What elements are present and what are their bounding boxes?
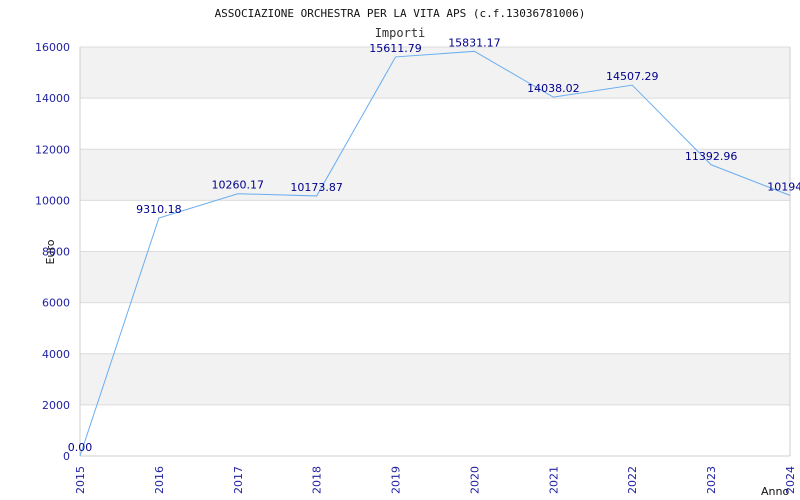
x-tick-label: 2017 bbox=[232, 466, 245, 494]
x-tick-label: 2023 bbox=[705, 466, 718, 494]
y-tick-label: 14000 bbox=[35, 92, 70, 105]
data-label: 10260.17 bbox=[212, 179, 265, 192]
y-tick-label: 6000 bbox=[42, 297, 70, 310]
background-band bbox=[80, 353, 790, 405]
y-tick-label: 2000 bbox=[42, 399, 70, 412]
x-tick-label: 2022 bbox=[626, 466, 639, 494]
y-tick-label: 10000 bbox=[35, 194, 70, 207]
data-label: 9310.18 bbox=[136, 203, 182, 216]
x-tick-label: 2018 bbox=[311, 466, 324, 494]
line-chart: 0200040006000800010000120001400016000 20… bbox=[35, 7, 800, 498]
x-tick-label: 2016 bbox=[153, 466, 166, 494]
data-label: 10194.5 bbox=[767, 180, 800, 193]
x-tick-label: 2021 bbox=[547, 466, 560, 494]
chart-subtitle: Importi bbox=[375, 26, 426, 40]
data-label: 14038.02 bbox=[527, 82, 580, 95]
data-label: 15831.17 bbox=[448, 36, 501, 49]
background-band bbox=[80, 251, 790, 303]
data-label: 0.00 bbox=[68, 441, 93, 454]
x-axis-label: Anno bbox=[761, 485, 789, 498]
data-label: 10173.87 bbox=[290, 181, 343, 194]
y-tick-label: 4000 bbox=[42, 348, 70, 361]
x-tick-label: 2020 bbox=[468, 466, 481, 494]
y-axis-label: Euro bbox=[44, 239, 57, 264]
data-label: 11392.96 bbox=[685, 150, 738, 163]
x-tick-label: 2019 bbox=[390, 466, 403, 494]
chart-title: ASSOCIAZIONE ORCHESTRA PER LA VITA APS (… bbox=[215, 7, 586, 20]
x-tick-labels: 2015 2016 2017 2018 2019 2020 2021 2022 2023 2024 bbox=[74, 466, 797, 494]
data-label: 15611.79 bbox=[369, 42, 422, 55]
x-tick-label: 2015 bbox=[74, 466, 87, 494]
background-band bbox=[80, 149, 790, 201]
background-band bbox=[80, 47, 790, 99]
background-bands bbox=[80, 47, 790, 405]
y-tick-label: 12000 bbox=[35, 143, 70, 156]
y-tick-label: 16000 bbox=[35, 41, 70, 54]
data-label: 14507.29 bbox=[606, 70, 659, 83]
